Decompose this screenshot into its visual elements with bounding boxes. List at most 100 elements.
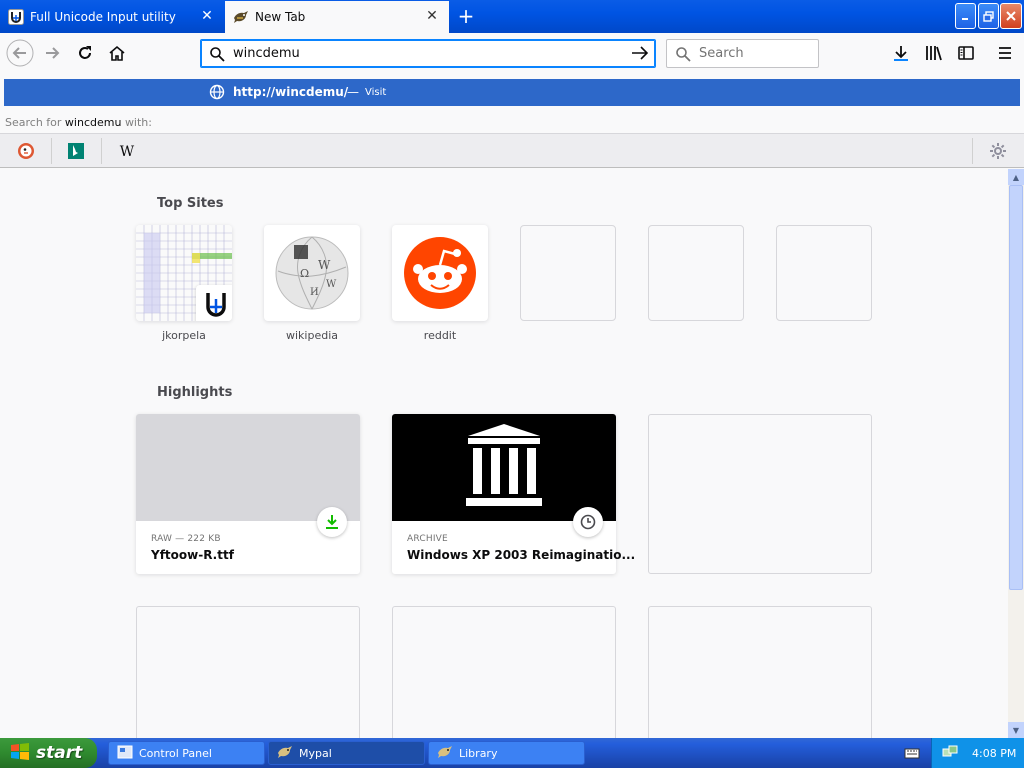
- forward-button[interactable]: [38, 38, 68, 68]
- top-site-tile[interactable]: [136, 225, 232, 321]
- wikipedia-w-icon[interactable]: W: [117, 142, 137, 160]
- mypal-bird-icon: [437, 744, 453, 763]
- search-for-prefix: Search for: [5, 116, 62, 129]
- top-site-placeholder[interactable]: [648, 225, 744, 321]
- minimize-window-button[interactable]: [955, 3, 976, 29]
- control-panel-icon: [117, 744, 133, 763]
- tab-full-unicode[interactable]: Full Unicode Input utility ✕: [0, 1, 224, 33]
- network-icon[interactable]: [942, 744, 958, 763]
- top-site-label: wikipedia: [285, 329, 338, 342]
- system-tray: 4:08 PM: [931, 738, 1024, 768]
- back-arrow-icon: [6, 39, 34, 67]
- tab-title: Full Unicode Input utility: [30, 10, 176, 24]
- top-site-jkorpela[interactable]: jkorpela: [136, 225, 232, 342]
- top-site-tile[interactable]: Ω W И W: [264, 225, 360, 321]
- navigation-toolbar: wincdemu Search: [0, 33, 1024, 73]
- vertical-scrollbar[interactable]: ▲ ▼: [1008, 169, 1024, 738]
- url-input[interactable]: wincdemu: [233, 46, 300, 61]
- url-bar[interactable]: wincdemu: [200, 39, 656, 68]
- highlight-placeholder: [392, 606, 616, 738]
- top-site-empty[interactable]: [520, 225, 616, 329]
- highlight-title: Windows XP 2003 Reimaginatio...: [407, 548, 636, 562]
- clock-icon: [573, 507, 603, 537]
- title-bar: Full Unicode Input utility ✕ New Tab ✕ +: [0, 0, 1024, 33]
- taskbar-item-label: Control Panel: [139, 746, 212, 760]
- highlight-title: Yftoow-R.ttf: [151, 548, 234, 562]
- close-tab-icon[interactable]: ✕: [200, 9, 214, 23]
- reload-button[interactable]: [70, 38, 100, 68]
- taskbar: start Control Panel Mypal Library 4:08 P…: [0, 738, 1024, 768]
- tab-new-tab[interactable]: New Tab ✕: [225, 1, 449, 33]
- search-placeholder: Search: [699, 46, 744, 61]
- search-icon: [210, 46, 225, 62]
- home-button[interactable]: [102, 38, 132, 68]
- new-tab-plus-icon[interactable]: +: [455, 6, 477, 28]
- highlight-placeholder: [648, 606, 872, 738]
- sidebar-button[interactable]: [951, 38, 981, 68]
- top-site-tile[interactable]: [392, 225, 488, 321]
- one-off-search-engines: W: [0, 134, 1024, 168]
- highlights-heading: Highlights: [157, 385, 233, 400]
- home-icon: [109, 45, 125, 61]
- highlight-card-archive[interactable]: ARCHIVE Windows XP 2003 Reimaginatio...: [392, 414, 635, 574]
- taskbar-item-mypal[interactable]: Mypal: [268, 741, 425, 765]
- bing-icon[interactable]: [66, 142, 86, 160]
- mypal-bird-icon: [233, 9, 249, 25]
- top-site-placeholder[interactable]: [776, 225, 872, 321]
- downloads-button[interactable]: [886, 38, 916, 68]
- engine-divider: [101, 138, 102, 164]
- close-tab-icon[interactable]: ✕: [425, 9, 439, 23]
- search-bar[interactable]: Search: [666, 39, 819, 68]
- close-window-button[interactable]: [1000, 3, 1022, 29]
- start-button[interactable]: start: [0, 738, 97, 768]
- menu-button[interactable]: [990, 38, 1020, 68]
- svg-text:W: W: [318, 258, 331, 272]
- keyboard-icon[interactable]: [904, 746, 920, 763]
- reload-icon: [79, 46, 91, 59]
- tab-title: New Tab: [255, 10, 306, 24]
- taskbar-item-label: Mypal: [299, 746, 332, 760]
- forward-arrow-icon: [46, 47, 60, 59]
- reddit-alien-icon: [404, 237, 476, 309]
- top-site-empty[interactable]: [648, 225, 744, 329]
- download-icon: [317, 507, 347, 537]
- clock: 4:08 PM: [972, 746, 1017, 760]
- hamburger-menu-icon: [999, 47, 1011, 59]
- restore-window-button[interactable]: [978, 3, 999, 29]
- scrollbar-thumb[interactable]: [1009, 185, 1023, 590]
- highlight-placeholder: [136, 606, 360, 738]
- duckduckgo-icon[interactable]: [16, 142, 36, 160]
- go-arrow-icon[interactable]: [631, 44, 649, 65]
- top-site-empty[interactable]: [776, 225, 872, 329]
- highlight-image: [136, 414, 360, 521]
- library-icon: [926, 46, 942, 61]
- taskbar-item-library[interactable]: Library: [428, 741, 585, 765]
- unicode-u-icon: [196, 285, 232, 321]
- search-for-label: Search for wincdemu with:: [0, 112, 1024, 134]
- top-site-placeholder[interactable]: [520, 225, 616, 321]
- highlight-card-download[interactable]: RAW — 222 KB Yftoow-R.ttf: [136, 414, 360, 574]
- svg-text:И: И: [310, 287, 319, 298]
- top-site-label: jkorpela: [162, 329, 206, 342]
- highlight-image: [392, 414, 616, 521]
- globe-icon: [209, 84, 225, 103]
- engine-divider: [51, 138, 52, 164]
- svg-text:Ω: Ω: [300, 267, 309, 280]
- autocomplete-separator: —: [347, 85, 359, 99]
- download-icon: [894, 46, 908, 61]
- top-site-wikipedia[interactable]: Ω W И W wikipedia: [264, 225, 360, 342]
- mypal-bird-icon: [277, 744, 293, 763]
- wikipedia-globe-icon: Ω W И W: [275, 236, 349, 310]
- scroll-down-icon[interactable]: ▼: [1008, 722, 1024, 738]
- engine-divider: [972, 138, 973, 164]
- back-button[interactable]: [5, 38, 35, 68]
- autocomplete-visit-row[interactable]: http://wincdemu/ — Visit: [4, 79, 1020, 106]
- svg-text:W: W: [120, 144, 135, 160]
- search-settings-gear-icon[interactable]: [988, 142, 1008, 160]
- new-tab-content: Top Sites jkorpela Ω W И W wikipedia red…: [0, 169, 1008, 738]
- top-site-reddit[interactable]: reddit: [392, 225, 488, 342]
- scroll-up-icon[interactable]: ▲: [1008, 169, 1024, 185]
- taskbar-item-control-panel[interactable]: Control Panel: [108, 741, 265, 765]
- library-button[interactable]: [919, 38, 949, 68]
- unicode-u-icon: [8, 9, 24, 25]
